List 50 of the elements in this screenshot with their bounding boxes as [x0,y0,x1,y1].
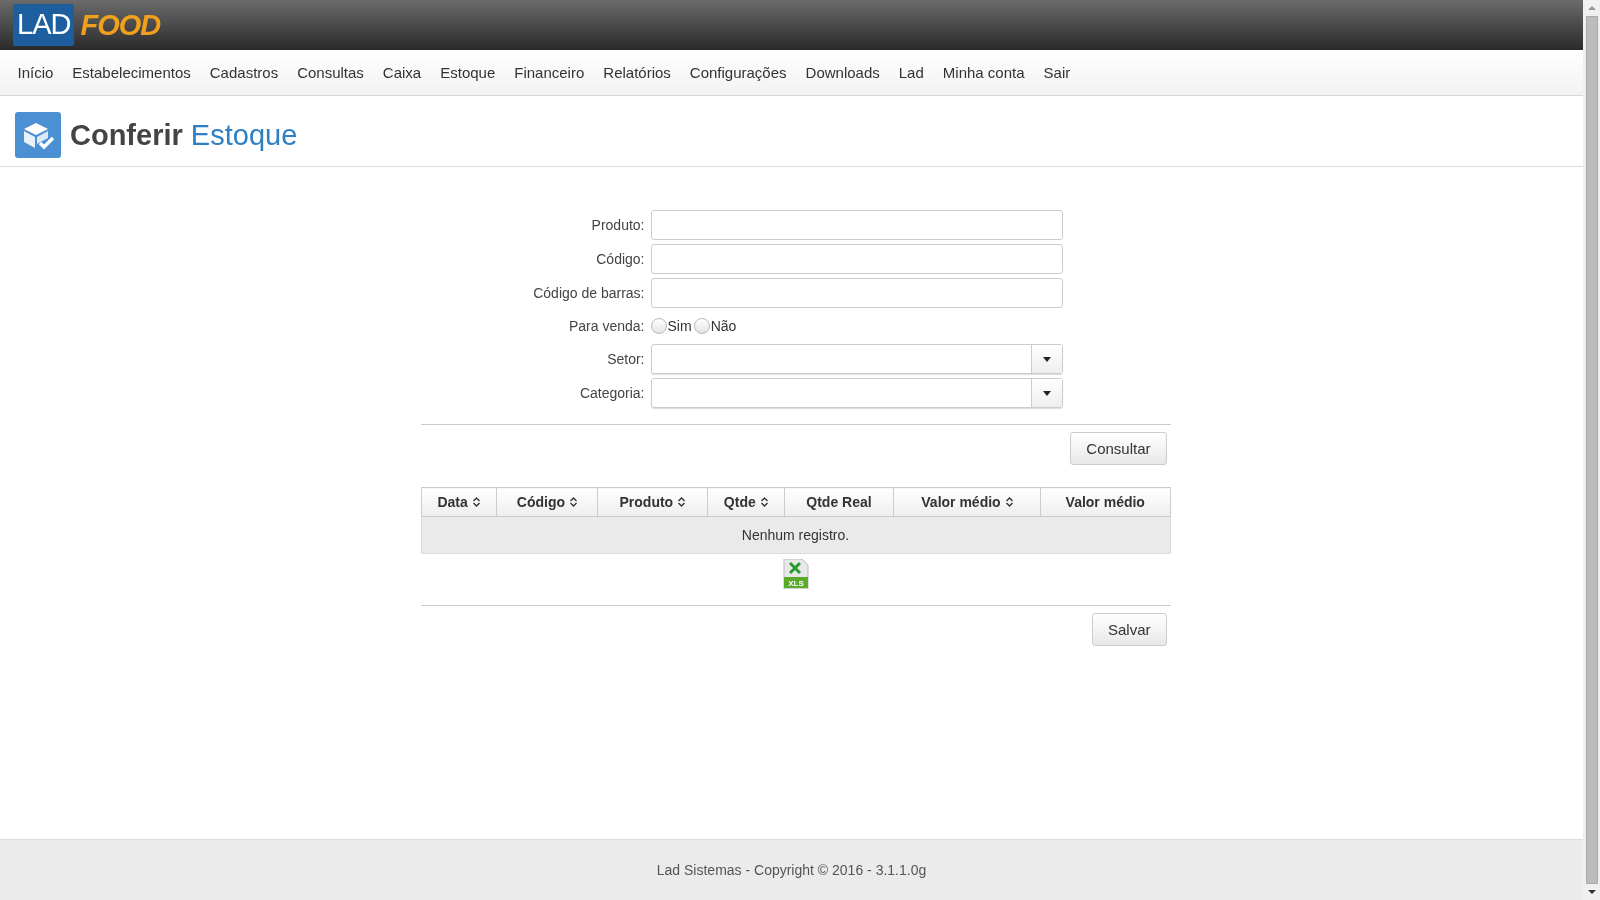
field-label: Código: [595,251,646,267]
input-field[interactable] [650,210,1063,240]
nav-link[interactable]: Configurações [680,64,797,81]
column-header[interactable]: Produto [597,487,708,517]
select-field[interactable] [650,378,1063,408]
input-field[interactable] [650,244,1063,274]
column-header[interactable]: Valor médio [893,487,1041,517]
search-button[interactable]: Consultar [1070,432,1167,465]
nav-link[interactable]: Estoque [430,64,505,81]
nav-link[interactable]: Sair [1034,64,1080,81]
sort-icon [760,497,768,507]
sort-icon [1005,497,1013,507]
nav-link[interactable]: Downloads [796,64,890,81]
column-header[interactable]: Código [496,487,598,517]
sort-icon [570,497,578,507]
field-label: Categoria: [578,385,646,401]
radio-label: Não [710,318,737,334]
sort-icon [678,497,686,507]
logo[interactable]: LAD FOOD [13,4,161,46]
field-label: Para venda: [568,318,646,334]
empty-message: Nenhum registro. [421,516,1170,554]
save-button[interactable]: Salvar [1091,613,1167,646]
column-header[interactable]: Qtde [707,487,785,517]
field-label: Setor: [606,351,646,367]
field-label: Produto: [590,217,646,233]
field-label: Código de barras: [532,285,646,301]
nav-link[interactable]: Estabelecimentos [62,64,201,81]
scrollbar[interactable] [1583,0,1600,900]
page-title: Conferir Estoque [70,118,298,152]
caret-icon [1042,356,1051,362]
column-header[interactable]: Qtde Real [784,487,894,517]
column-header[interactable]: Valor médio [1040,487,1170,517]
nav-link[interactable]: Lad [889,64,934,81]
nav-link[interactable]: Cadastros [200,64,288,81]
nav-link[interactable]: Caixa [373,64,431,81]
sort-icon [472,497,480,507]
nav-link[interactable]: Minha conta [933,64,1035,81]
nav-link[interactable]: Início [8,64,63,81]
footer-text: Lad Sistemas - Copyright © 2016 - 3.1.1.0g [656,862,927,878]
radio-label: Sim [667,318,692,334]
select-field[interactable] [650,344,1063,374]
nav-link[interactable]: Financeiro [504,64,594,81]
column-header[interactable]: Data [421,487,497,517]
caret-icon [1042,390,1051,396]
radio-button[interactable] [693,318,710,334]
box-check-icon [15,112,61,158]
input-field[interactable] [650,278,1063,308]
nav-link[interactable]: Consultas [287,64,374,81]
radio-button[interactable] [650,318,667,334]
nav-link[interactable]: Relatórios [593,64,681,81]
